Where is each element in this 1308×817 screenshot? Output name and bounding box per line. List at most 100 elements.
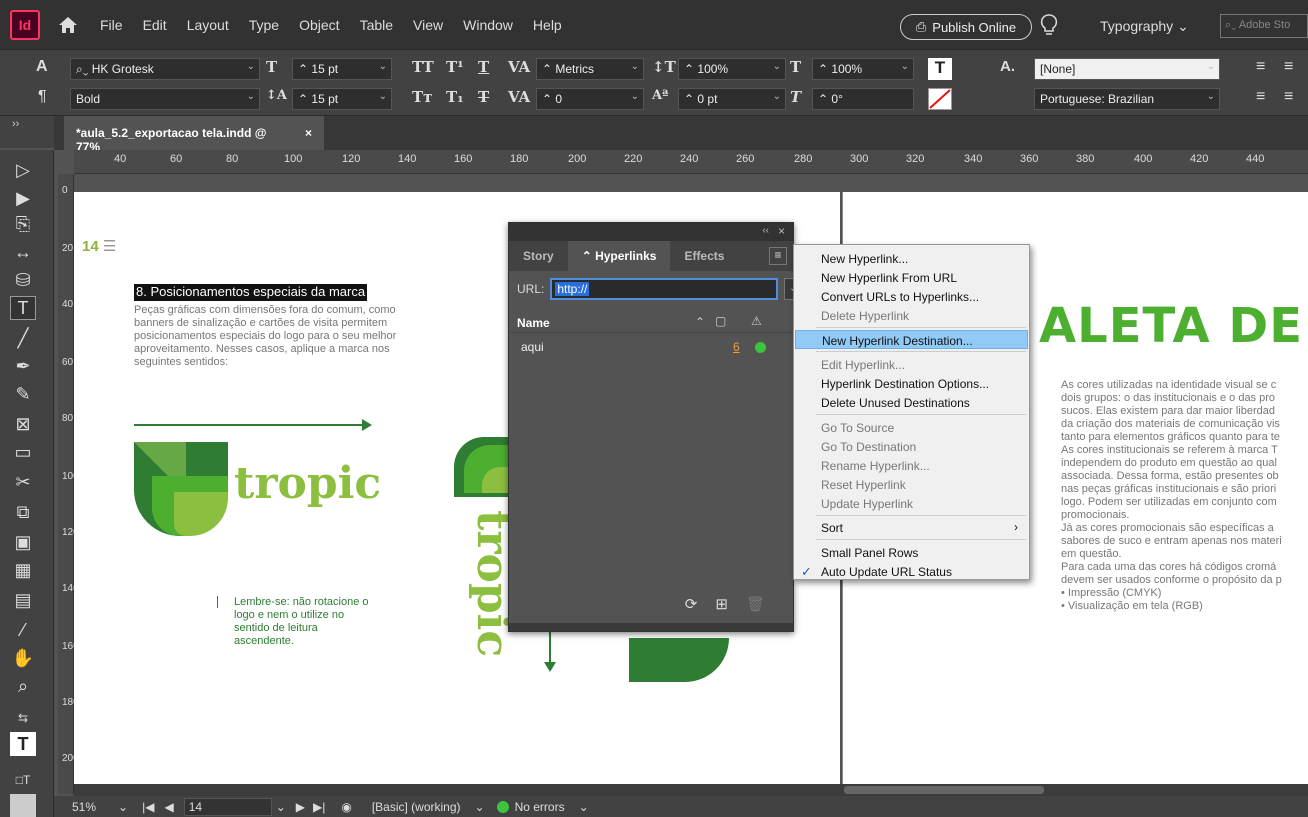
stepper-icon[interactable]: ⌃ <box>298 92 311 106</box>
free-transform-tool-icon[interactable]: ⧉ <box>10 500 36 524</box>
font-style-field[interactable]: Bold ⌄ <box>70 88 260 110</box>
chevron-down-icon[interactable]: ⌄ <box>773 61 781 72</box>
hyperlink-page-link[interactable]: 6 <box>733 340 740 354</box>
menu-item-update-hyperlink[interactable]: Update Hyperlink <box>795 494 1028 513</box>
open-page-icon[interactable]: ◉ <box>341 800 351 814</box>
language-field[interactable]: Portuguese: Brazilian ⌄ <box>1034 88 1220 110</box>
zoom-level[interactable]: 51% <box>72 800 96 814</box>
page-icon[interactable]: ▢ <box>715 314 726 328</box>
menu-item-sort[interactable]: Sort › <box>795 518 1028 537</box>
chevron-down-icon[interactable]: ⌄ <box>579 800 589 814</box>
pen-tool-icon[interactable]: ✒ <box>10 354 36 378</box>
stepper-icon[interactable]: ⌃ <box>818 92 831 106</box>
chevron-down-icon[interactable]: ⌄ <box>631 61 639 72</box>
horizontal-scale-field[interactable]: ⌃ 100% ⌄ <box>812 58 914 80</box>
stepper-icon[interactable]: ⌃ <box>684 62 697 76</box>
chevron-down-icon[interactable]: ⌄ <box>1207 61 1215 72</box>
trash-icon[interactable]: 🗑 <box>746 595 765 613</box>
menu-object[interactable]: Object <box>299 17 339 33</box>
scrollbar-thumb[interactable] <box>844 786 1044 794</box>
strikethrough-icon[interactable]: T <box>478 88 489 106</box>
underline-icon[interactable]: T <box>478 58 489 76</box>
menu-type[interactable]: Type <box>249 17 279 33</box>
menu-window[interactable]: Window <box>463 17 513 33</box>
justify-icon[interactable]: ≡ <box>1256 88 1265 106</box>
stepper-icon[interactable]: ⌃ <box>818 62 831 76</box>
menu-item-reset-hyperlink[interactable]: Reset Hyperlink <box>795 475 1028 494</box>
skew-field[interactable]: ⌃ 0° <box>812 88 914 110</box>
baseline-shift-field[interactable]: ⌃ 0 pt ⌄ <box>678 88 786 110</box>
scissors-tool-icon[interactable]: ✂ <box>10 470 36 494</box>
collapse-icon[interactable]: ›› <box>12 118 19 130</box>
menu-item-delete-hyperlink[interactable]: Delete Hyperlink <box>795 306 1028 325</box>
url-input[interactable]: http:// <box>550 278 779 300</box>
tab-hyperlinks[interactable]: ⌃ Hyperlinks <box>567 241 671 271</box>
new-hyperlink-icon[interactable]: ⊞ <box>715 595 728 613</box>
stroke-none-icon[interactable] <box>928 88 952 110</box>
menu-item-small-panel-rows[interactable]: Small Panel Rows <box>795 543 1028 562</box>
gradient-feather-tool-icon[interactable]: ▦ <box>10 558 36 582</box>
section-title[interactable]: 8. Posicionamentos especiais da marca <box>134 284 368 301</box>
refresh-icon[interactable]: ⟳ <box>685 595 698 613</box>
kerning-field[interactable]: ⌃ Metrics ⌄ <box>536 58 644 80</box>
content-collector-icon[interactable]: ⛁ <box>10 268 36 292</box>
tab-effects[interactable]: Effects <box>670 241 738 271</box>
column-name-header[interactable]: Name <box>517 316 550 330</box>
hyperlink-row[interactable]: aqui 6 <box>509 337 793 357</box>
character-style-field[interactable]: [None] ⌄ <box>1034 58 1220 80</box>
menu-item-rename-hyperlink[interactable]: Rename Hyperlink... <box>795 456 1028 475</box>
formatting-text-icon[interactable]: T <box>10 732 36 756</box>
screen-mode-icon[interactable] <box>10 794 36 817</box>
note-tool-icon[interactable]: ▤ <box>10 588 36 612</box>
small-caps-icon[interactable]: Tт <box>412 88 432 106</box>
direct-selection-tool-icon[interactable]: ▶ <box>10 186 36 210</box>
palette-body[interactable]: As cores utilizadas na identidade visual… <box>1061 379 1308 613</box>
chevron-down-icon[interactable]: ⌄ <box>379 61 387 72</box>
font-family-field[interactable]: ⌕⌄ HK Grotesk ⌄ <box>70 58 260 80</box>
menu-edit[interactable]: Edit <box>143 17 167 33</box>
chevron-down-icon[interactable]: ⌄ <box>773 91 781 102</box>
menu-file[interactable]: File <box>100 17 123 33</box>
last-page-icon[interactable]: ▶| <box>313 800 325 814</box>
pencil-tool-icon[interactable]: ✎ <box>10 382 36 406</box>
chevron-down-icon[interactable]: ⌄ <box>247 91 255 102</box>
gradient-swatch-tool-icon[interactable]: ▣ <box>10 530 36 554</box>
leading-field[interactable]: ⌃ 15 pt ⌄ <box>292 88 392 110</box>
chevron-down-icon[interactable]: ⌄ <box>1207 91 1215 102</box>
vertical-scale-field[interactable]: ⌃ 100% ⌄ <box>678 58 786 80</box>
menu-item-destination-options[interactable]: Hyperlink Destination Options... <box>795 374 1028 393</box>
panel-titlebar[interactable]: ‹‹ × <box>509 223 793 241</box>
chevron-down-icon[interactable]: ⌄ <box>379 91 387 102</box>
close-icon[interactable]: × <box>778 224 785 238</box>
section-body[interactable]: Peças gráficas com dimensões fora do com… <box>134 304 434 369</box>
zoom-tool-icon[interactable]: ⌕ <box>10 674 36 698</box>
font-size-field[interactable]: ⌃ 15 pt ⌄ <box>292 58 392 80</box>
stepper-icon[interactable]: ⌃ <box>542 92 555 106</box>
tracking-field[interactable]: ⌃ 0 ⌄ <box>536 88 644 110</box>
superscript-icon[interactable]: T¹ <box>446 58 464 76</box>
menu-help[interactable]: Help <box>533 17 562 33</box>
line-tool-icon[interactable]: ╱ <box>10 326 36 350</box>
menu-item-delete-unused-destinations[interactable]: Delete Unused Destinations <box>795 393 1028 412</box>
gap-tool-icon[interactable]: ↔ <box>10 240 36 264</box>
formatting-container-icon[interactable]: □T <box>10 768 36 792</box>
first-page-icon[interactable]: |◀ <box>142 800 154 814</box>
eyedropper-tool-icon[interactable]: ⁄ <box>10 618 36 642</box>
workspace-switcher[interactable]: Typography ⌄ <box>1100 18 1189 35</box>
chevron-down-icon[interactable]: ⌄ <box>631 91 639 102</box>
rectangle-frame-tool-icon[interactable]: ⊠ <box>10 412 36 436</box>
lightbulb-icon[interactable] <box>1040 14 1062 38</box>
hand-tool-icon[interactable]: ✋ <box>10 646 36 670</box>
stepper-icon[interactable]: ⌃ <box>542 62 555 76</box>
menu-item-go-to-source[interactable]: Go To Source <box>795 418 1028 437</box>
swap-colors-icon[interactable]: ⇆ <box>10 706 36 730</box>
rectangle-tool-icon[interactable]: ▭ <box>10 440 36 464</box>
note-text[interactable]: Lembre-se: não rotacione o logo e nem o … <box>234 596 374 648</box>
preflight-profile[interactable]: [Basic] (working) <box>372 800 461 814</box>
sort-ascending-icon[interactable]: ⌃ <box>695 315 705 329</box>
fill-color-icon[interactable]: T <box>928 58 952 80</box>
close-icon[interactable]: × <box>305 126 312 140</box>
collapse-panel-icon[interactable]: ‹‹ <box>762 225 769 236</box>
previous-page-icon[interactable]: ◀ <box>164 800 173 814</box>
page-number-field[interactable]: 14 <box>183 797 272 816</box>
